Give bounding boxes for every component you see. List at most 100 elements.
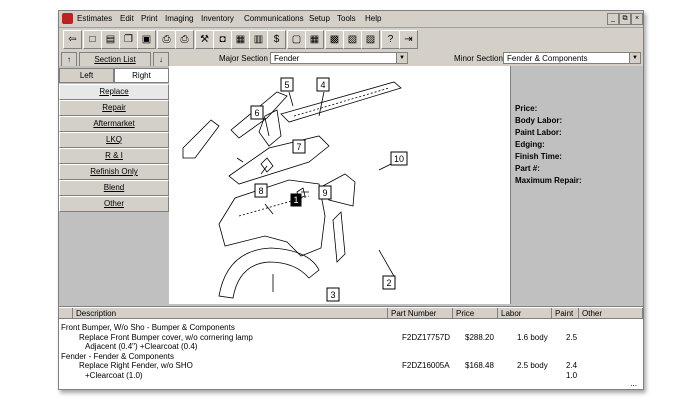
grid-corner — [59, 308, 73, 319]
part-side-bracket[interactable] — [182, 119, 220, 159]
row-price: $288.20 — [465, 332, 494, 342]
column-price[interactable]: Price — [453, 308, 498, 319]
maximum-repair-label: Maximum Repair: — [515, 176, 582, 185]
refinish-only-button[interactable]: Refinish Only — [59, 164, 169, 180]
column-description[interactable]: Description — [73, 308, 388, 319]
callout-5: 5 — [284, 80, 289, 90]
menu-edit[interactable]: Edit — [120, 14, 134, 23]
row-description: Adjacent (0.4") +Clearcoat (0.4) — [85, 342, 198, 351]
body-labor-label: Body Labor: — [515, 116, 563, 125]
part-number-label: Part #: — [515, 164, 540, 173]
back-arrow-icon[interactable]: ⇦ — [63, 30, 82, 49]
menu-estimates[interactable]: Estimates — [77, 14, 112, 23]
section-nav: ↑ Section List ↓ Major Section Fender ▼ … — [59, 51, 643, 67]
minimize-icon[interactable]: _ — [607, 13, 619, 25]
up-arrow-icon[interactable]: ↑ — [61, 52, 77, 67]
minor-section-label: Minor Section — [454, 54, 503, 63]
chevron-down-icon[interactable]: ▼ — [629, 53, 640, 63]
row-part-number: F2DZ16005A — [402, 361, 450, 370]
column-paint[interactable]: Paint — [552, 308, 579, 319]
major-section-value: Fender — [274, 54, 300, 63]
part-inner-panel[interactable] — [228, 135, 330, 185]
print-icon[interactable]: ⎙ — [157, 30, 176, 49]
copy-icon[interactable]: ❐ — [119, 30, 138, 49]
callout-7: 7 — [296, 142, 301, 152]
row-labor: 2.5 body — [517, 361, 548, 370]
edging-label: Edging: — [515, 140, 545, 149]
menu-tools[interactable]: Tools — [337, 14, 356, 23]
estimate-window: Estimates Edit Print Imaging Inventory C… — [58, 10, 644, 390]
menu-help[interactable]: Help — [365, 14, 381, 23]
grid-icon[interactable]: ▦ — [305, 30, 324, 49]
row-description: Replace Right Fender, w/o SHO — [79, 361, 193, 370]
row-description: Front Bumper, W/o Sho - Bumper & Compone… — [61, 323, 235, 332]
other-button[interactable]: Other — [59, 196, 169, 212]
row-paint: 2.5 — [566, 332, 578, 342]
replace-button[interactable]: Replace — [59, 84, 169, 100]
callout-2: 2 — [386, 278, 391, 288]
paint-labor-label: Paint Labor: — [515, 128, 562, 137]
row-paint: 2.4 — [566, 361, 578, 370]
fender-exploded-view[interactable]: 4 5 6 7 10 8 9 1 2 3 — [169, 66, 532, 312]
open-document-icon[interactable]: ▤ — [101, 30, 120, 49]
inventory-icon[interactable]: ▥ — [249, 30, 268, 49]
menu-imaging[interactable]: Imaging — [165, 14, 193, 23]
major-section-label: Major Section — [219, 54, 268, 63]
dollar-icon[interactable]: $ — [267, 30, 286, 49]
image-icon[interactable]: ▩ — [325, 30, 344, 49]
menu-print[interactable]: Print — [141, 14, 157, 23]
row-paint: 1.0 — [566, 370, 578, 380]
help-icon[interactable]: ? — [381, 30, 400, 49]
aftermarket-button[interactable]: Aftermarket — [59, 116, 169, 132]
print-preview-icon[interactable]: ⎙ — [175, 30, 194, 49]
app-icon[interactable] — [62, 13, 73, 24]
menu-setup[interactable]: Setup — [309, 14, 330, 23]
part-wheel-liner[interactable] — [218, 247, 320, 299]
callout-4: 4 — [320, 80, 325, 90]
camera-icon[interactable]: ◘ — [213, 30, 232, 49]
column-part-number[interactable]: Part Number — [388, 308, 453, 319]
repair-button[interactable]: Repair — [59, 100, 169, 116]
section-list-button[interactable]: Section List — [79, 52, 151, 67]
minor-section-value: Fender & Components — [507, 54, 588, 63]
tab-left[interactable]: Left — [59, 68, 114, 83]
tools-icon[interactable]: ⚒ — [195, 30, 214, 49]
more-indicator: ... — [630, 379, 637, 388]
chevron-down-icon[interactable]: ▼ — [396, 53, 407, 63]
column-other[interactable]: Other — [579, 308, 643, 319]
row-part-number: F2DZ17757D — [402, 332, 451, 342]
row-description: Fender - Fender & Components — [61, 351, 174, 361]
toolbar: ⇦ □ ▤ ❐ ▣ ⎙ ⎙ ⚒ ◘ ▦ ▥ $ ▢ ▦ ▩ ▧ ▨? ⇥ — [59, 28, 643, 52]
part-trim-strip[interactable] — [332, 211, 346, 263]
row-labor: 1.6 body — [517, 332, 548, 342]
part-fender[interactable] — [218, 179, 326, 257]
menu-inventory[interactable]: Inventory — [201, 14, 234, 23]
photo-icon[interactable]: ▨ — [361, 30, 380, 49]
save-icon[interactable]: ▣ — [137, 30, 156, 49]
tab-right[interactable]: Right — [114, 68, 169, 83]
part-clip[interactable] — [260, 157, 274, 173]
operations-panel: Left Right Replace Repair Aftermarket LK… — [59, 66, 169, 304]
row-description: +Clearcoat (1.0) — [85, 370, 143, 380]
price-label: Price: — [515, 104, 538, 113]
parts-diagram[interactable]: 4 5 6 7 10 8 9 1 2 3 — [169, 66, 532, 312]
minor-section-select[interactable]: Fender & Components ▼ — [503, 52, 641, 64]
major-section-select[interactable]: Fender ▼ — [270, 52, 408, 64]
blend-button[interactable]: Blend — [59, 180, 169, 196]
folder-icon[interactable]: ▦ — [231, 30, 250, 49]
down-arrow-icon[interactable]: ↓ — [153, 52, 169, 67]
exit-icon[interactable]: ⇥ — [399, 30, 418, 49]
lkq-button[interactable]: LKQ — [59, 132, 169, 148]
menu-communications[interactable]: Communications — [244, 14, 304, 23]
display-icon[interactable]: ▢ — [287, 30, 306, 49]
part-info-panel: Price: Body Labor: Paint Labor: Edging: … — [510, 66, 643, 304]
close-icon[interactable]: × — [631, 13, 643, 25]
restore-icon[interactable]: ⧉ — [619, 13, 631, 25]
column-labor[interactable]: Labor — [498, 308, 552, 319]
callout-10: 10 — [394, 154, 404, 164]
r-and-i-button[interactable]: R & I — [59, 148, 169, 164]
new-document-icon[interactable]: □ — [83, 30, 102, 49]
estimate-lines-grid: Description Part Number Price Labor Pain… — [59, 306, 643, 389]
parts-icon[interactable]: ▧ — [343, 30, 362, 49]
callout-8: 8 — [258, 186, 263, 196]
